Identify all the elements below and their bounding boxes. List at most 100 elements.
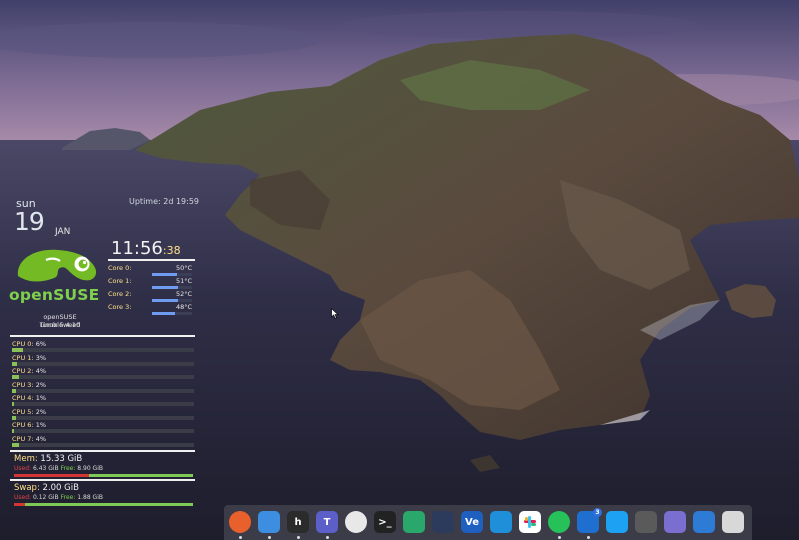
cpu-usage-bar xyxy=(12,388,194,393)
cpu-row: CPU 2: 4% xyxy=(12,367,195,380)
cpu-usage-bar xyxy=(12,348,194,352)
conky-uptime: Uptime: 2d 19:59 xyxy=(129,197,200,206)
cpu-name: CPU 7: xyxy=(12,434,34,443)
cpu-row: CPU 6: 1% xyxy=(12,421,195,434)
cpu-percent: 6% xyxy=(35,340,46,348)
core-temp-bar-fill xyxy=(152,273,177,276)
thunderbird-icon[interactable]: 3 xyxy=(577,508,602,539)
cpu-name: CPU 0: xyxy=(12,340,34,348)
slack-logo xyxy=(524,516,536,528)
cpu-usage-bar-fill xyxy=(12,402,14,406)
cpu-label: CPU 6: 1% xyxy=(12,421,46,429)
settings-icon[interactable] xyxy=(635,511,657,533)
cpu-percent: 2% xyxy=(35,380,46,389)
opensuse-logo-icon xyxy=(17,249,97,282)
conky-clock-second: :38 xyxy=(162,244,181,257)
cpu-label: CPU 1: 3% xyxy=(12,354,46,362)
mem-detail: Used: 6.43 GiB Free: 8.90 GiB xyxy=(14,465,103,472)
kernel-version: Linux 5.4.10 xyxy=(39,321,81,329)
swap-label: Swap: xyxy=(14,483,40,493)
conky-clock-hour: 11: xyxy=(111,238,140,259)
cpu-name: CPU 3: xyxy=(12,380,34,389)
cpu-percent: 2% xyxy=(35,407,46,416)
rocket-icon[interactable] xyxy=(432,511,454,533)
veracrypt-glyph: Ve xyxy=(465,516,479,528)
core-temp: 51°C xyxy=(175,277,192,285)
core-temp-bar-fill xyxy=(152,286,178,289)
core-temp-row: Core 1: 51°C xyxy=(108,277,194,289)
finder-icon[interactable] xyxy=(258,511,280,539)
cpu-name: CPU 4: xyxy=(12,394,34,402)
cpu-usage-bar-fill xyxy=(12,442,19,447)
vpn-icon[interactable] xyxy=(345,511,367,533)
cpu-usage-bar xyxy=(12,375,194,379)
core-temp-bar-fill xyxy=(152,299,178,302)
swap-used-label: Used: xyxy=(14,494,32,501)
cpu-usage-bar-fill xyxy=(12,415,16,420)
cpu-usage-bar-fill xyxy=(12,429,14,433)
core-label: Core 3: xyxy=(108,303,132,311)
mem-label: Mem: xyxy=(14,454,38,464)
running-indicator xyxy=(557,536,561,539)
slack-icon[interactable] xyxy=(519,511,541,533)
core-temp-bar xyxy=(152,273,192,276)
running-indicator xyxy=(267,536,271,539)
swap-free-label: Free: xyxy=(60,494,76,501)
core-temp-bar xyxy=(152,286,192,289)
swap-bar xyxy=(14,503,193,506)
mem-title: Mem: 15.33 GiB xyxy=(14,454,82,464)
swap-detail: Used: 0.12 GiB Free: 1.88 GiB xyxy=(14,494,103,501)
cpu-name: CPU 5: xyxy=(12,407,34,416)
cpu-label: CPU 0: 6% xyxy=(12,340,46,348)
whatsapp-icon[interactable] xyxy=(548,511,570,539)
divider xyxy=(10,335,195,337)
cpu-row: CPU 7: 4% xyxy=(12,435,195,448)
core-temp-bar xyxy=(152,299,192,302)
core-temp: 48°C xyxy=(175,303,192,311)
mem-free: 8.90 GiB xyxy=(77,465,103,472)
core-temp-row: Core 0: 50°C xyxy=(108,264,194,276)
veracrypt-icon[interactable]: Ve xyxy=(461,511,483,533)
core-temp-bar-fill xyxy=(152,312,175,315)
cpu-usage-bar xyxy=(12,415,194,420)
cpu-usage-bar-fill xyxy=(12,348,23,352)
cpu-label: CPU 2: 4% xyxy=(12,367,46,375)
cpu-usage-bar-fill xyxy=(12,361,17,366)
divider xyxy=(10,450,195,452)
workspace-icon[interactable] xyxy=(664,511,686,533)
mastodon-icon[interactable] xyxy=(403,511,425,533)
core-temp-row: Core 3: 48°C xyxy=(108,303,194,315)
teams-glyph: T xyxy=(323,516,331,528)
core-label: Core 1: xyxy=(108,277,132,285)
opensuse-wordmark: openSUSE xyxy=(9,286,100,304)
cpu-percent: 4% xyxy=(35,367,46,375)
cpu-percent: 4% xyxy=(35,434,46,443)
cpu-label: CPU 4: 1% xyxy=(12,394,46,402)
conky-date: 19 xyxy=(14,207,45,236)
conky-clock: 11:56:38 xyxy=(111,238,181,259)
trash-icon[interactable] xyxy=(722,511,744,533)
cpu-usage-bar xyxy=(12,442,194,447)
teams-icon[interactable]: T xyxy=(316,511,338,539)
hyper-glyph: h xyxy=(294,516,302,528)
firefox-icon[interactable] xyxy=(229,511,251,539)
swap-total: 2.00 GiB xyxy=(42,483,79,493)
hyper-icon[interactable]: h xyxy=(287,511,309,539)
cpu-usage-bar-fill xyxy=(12,375,19,379)
downloads-icon[interactable] xyxy=(693,511,715,533)
cpu-usage-bar-fill xyxy=(12,388,16,393)
cpu-row: CPU 0: 6% xyxy=(12,340,195,353)
virtualbox-icon[interactable] xyxy=(606,511,628,533)
cpu-name: CPU 2: xyxy=(12,367,34,375)
swap-bar-used xyxy=(14,503,25,506)
terminal-glyph: >_ xyxy=(378,516,392,528)
core-label: Core 2: xyxy=(108,290,132,298)
core-temp: 50°C xyxy=(175,264,192,272)
running-indicator xyxy=(238,536,242,539)
dock: h T >_ Ve 3 xyxy=(224,505,752,540)
mem-used-label: Used: xyxy=(14,465,32,472)
core-temp-row: Core 2: 52°C xyxy=(108,290,194,302)
terminal-icon[interactable]: >_ xyxy=(374,511,396,533)
vscode-icon[interactable] xyxy=(490,511,512,533)
cpu-percent: 1% xyxy=(35,394,46,402)
